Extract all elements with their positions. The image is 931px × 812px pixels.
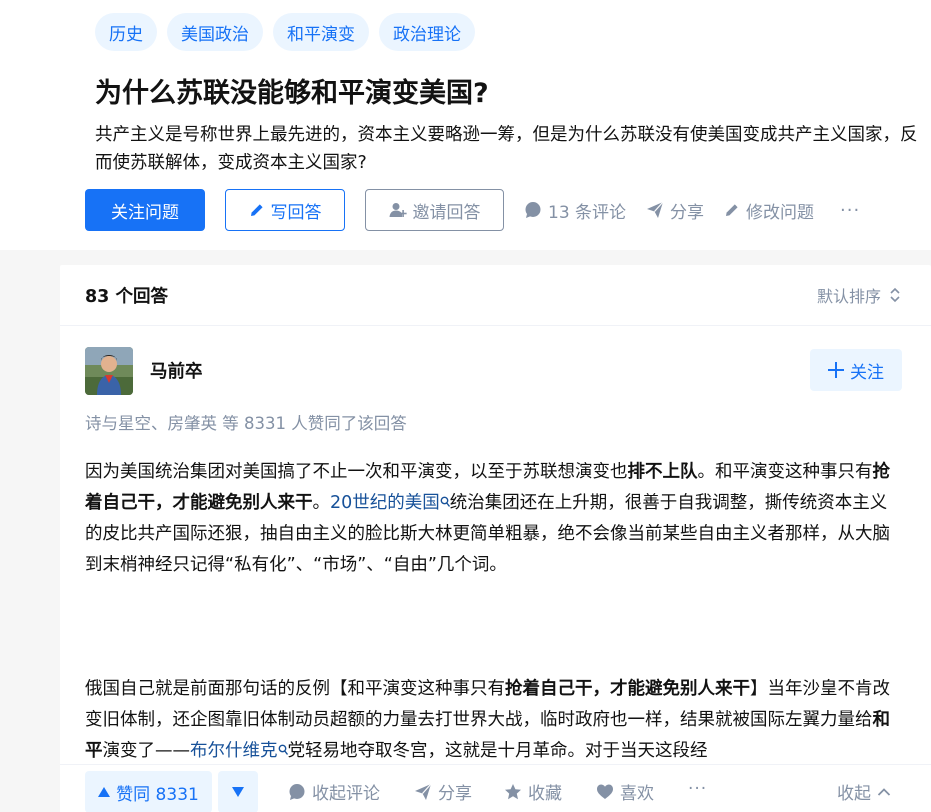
answer-paragraph: 俄国自己就是前面那句话的反例【和平演变这种事只有抢着自己干，才能避免别人来干】当… <box>85 674 900 767</box>
answer-paragraph: 因为美国统治集团对美国搞了不止一次和平演变，以至于苏联想演变也排不上队。和平演变… <box>85 457 900 581</box>
text-run: 党轻易地夺取冬宫，这就是十月革命。对于当天这段经 <box>287 741 708 761</box>
invite-answer-label: 邀请回答 <box>412 202 481 223</box>
collapse-answer-button[interactable]: 收起 <box>837 779 891 804</box>
text-run: 。和平演变这种事只有 <box>697 462 873 482</box>
follow-author-label: 关注 <box>850 362 884 383</box>
favorite-label: 收藏 <box>528 784 562 804</box>
collapse-comments-label: 收起评论 <box>312 784 380 804</box>
more-answer-options-button[interactable]: ··· <box>688 779 707 799</box>
question-title: 为什么苏联没能够和平演变美国? <box>95 78 489 109</box>
search-icon <box>440 496 450 508</box>
add-user-icon <box>389 201 407 219</box>
collapse-comments-button[interactable]: 收起评论 <box>288 779 380 804</box>
bold-text: 抢着自己干，才能避免别人来干 <box>505 679 750 699</box>
answer-card: 83 个回答 默认排序 马前卒 关注 诗与星空、房肇英 等 8331 人赞同了该… <box>60 265 931 812</box>
like-button[interactable]: 喜欢 <box>596 779 654 804</box>
triangle-down-icon <box>232 787 244 797</box>
comment-icon <box>288 783 306 801</box>
share-answer-button[interactable]: 分享 <box>414 779 472 804</box>
avatar[interactable] <box>85 347 133 395</box>
comments-label: 13 条评论 <box>548 202 627 223</box>
upvote-label: 赞同 8331 <box>116 784 199 805</box>
triangle-up-icon <box>98 787 111 797</box>
question-header: 历史 美国政治 和平演变 政治理论 为什么苏联没能够和平演变美国? 共产主义是号… <box>0 0 931 250</box>
collapse-answer-label: 收起 <box>837 784 871 804</box>
more-options-button[interactable]: ··· <box>840 200 860 221</box>
topic-tag[interactable]: 历史 <box>95 13 157 51</box>
author-name[interactable]: 马前卒 <box>150 358 203 383</box>
favorite-button[interactable]: 收藏 <box>504 779 562 804</box>
topic-tag[interactable]: 和平演变 <box>273 13 369 51</box>
share-label: 分享 <box>670 202 705 223</box>
like-label: 喜欢 <box>620 784 654 804</box>
edit-question-label: 修改问题 <box>746 202 815 223</box>
pencil-icon <box>724 202 740 218</box>
star-icon <box>504 783 522 801</box>
text-run: 因为美国统治集团对美国搞了不止一次和平演变，以至于苏联想演变也 <box>85 462 628 482</box>
answer-count: 83 个回答 <box>85 287 168 307</box>
chevron-up-icon <box>877 787 891 797</box>
plus-icon <box>828 362 844 378</box>
bold-text: 排不上队 <box>627 462 698 482</box>
sort-selector[interactable]: 默认排序 <box>817 283 901 307</box>
text-run: 演变了—— <box>102 741 191 761</box>
voters-summary: 诗与星空、房肇英 等 8331 人赞同了该回答 <box>85 414 407 433</box>
pencil-icon <box>249 202 265 218</box>
topic-tag[interactable]: 政治理论 <box>379 13 475 51</box>
share-icon <box>414 783 432 801</box>
share-icon <box>646 201 664 219</box>
search-icon <box>278 744 288 756</box>
follow-question-button[interactable]: 关注问题 <box>85 189 205 231</box>
question-description: 共产主义是号称世界上最先进的，资本主义要略逊一筹，但是为什么苏联没有使美国变成共… <box>95 125 918 173</box>
edit-question-button[interactable]: 修改问题 <box>724 198 814 223</box>
keyword-link[interactable]: 布尔什维克 <box>190 741 278 761</box>
heart-icon <box>596 783 614 801</box>
downvote-button[interactable] <box>218 771 258 812</box>
write-answer-button[interactable]: 写回答 <box>225 189 345 231</box>
text-run: 俄国自己就是前面那句话的反例【和平演变这种事只有 <box>85 679 505 699</box>
topic-tags: 历史 美国政治 和平演变 政治理论 <box>95 13 475 51</box>
keyword-link[interactable]: 20世纪的美国 <box>330 493 440 513</box>
comments-button[interactable]: 13 条评论 <box>524 198 626 223</box>
share-button[interactable]: 分享 <box>646 198 704 223</box>
topic-tag[interactable]: 美国政治 <box>167 13 263 51</box>
comment-icon <box>524 201 542 219</box>
question-actions: 关注问题 写回答 邀请回答 13 条评论 分享 修改问题 ··· <box>85 189 931 231</box>
follow-author-button[interactable]: 关注 <box>810 349 902 391</box>
text-run: 。 <box>312 493 331 513</box>
answer-content: 因为美国统治集团对美国搞了不止一次和平演变，以至于苏联想演变也排不上队。和平演变… <box>85 457 900 767</box>
write-answer-label: 写回答 <box>270 202 322 223</box>
sort-chevrons-icon <box>889 287 901 303</box>
answer-action-bar: 赞同 8331 收起评论 分享 收藏 喜欢 ··· 收起 <box>60 764 931 812</box>
invite-answer-button[interactable]: 邀请回答 <box>365 189 504 231</box>
share-answer-label: 分享 <box>438 784 472 804</box>
answers-list-header: 83 个回答 默认排序 <box>60 265 931 326</box>
sort-label: 默认排序 <box>816 287 881 306</box>
upvote-button[interactable]: 赞同 8331 <box>85 771 212 812</box>
